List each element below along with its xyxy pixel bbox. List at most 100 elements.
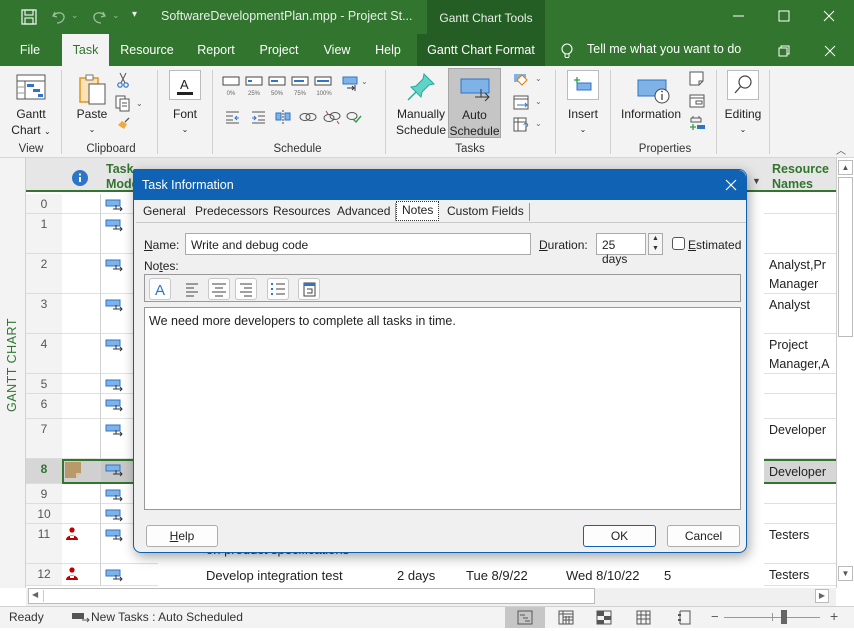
resource-overallocated-icon[interactable] bbox=[66, 567, 78, 581]
move-task-icon[interactable]: ⌄ bbox=[513, 94, 543, 112]
indicator-cell[interactable] bbox=[62, 194, 101, 214]
information-icon[interactable] bbox=[636, 76, 672, 106]
tab-report[interactable]: Report bbox=[192, 34, 240, 66]
indicator-cell[interactable] bbox=[62, 334, 101, 374]
cancel-button[interactable]: Cancel bbox=[667, 525, 740, 547]
editing-button[interactable]: Editing ⌄ bbox=[718, 106, 768, 138]
resource-names-cell[interactable] bbox=[764, 484, 836, 504]
information-button[interactable]: Information bbox=[617, 106, 685, 122]
resource-names-cell[interactable]: Project Manager,A bbox=[764, 334, 836, 374]
resource-names-cell[interactable] bbox=[764, 374, 836, 394]
dialog-tab-resources[interactable]: Resources bbox=[268, 203, 337, 221]
indicator-cell[interactable] bbox=[62, 524, 101, 564]
dialog-close-icon[interactable] bbox=[722, 176, 740, 194]
indicator-cell[interactable] bbox=[62, 254, 101, 294]
cut-icon[interactable] bbox=[116, 71, 130, 89]
row-12-duration[interactable]: 2 days bbox=[397, 568, 435, 583]
row-number[interactable]: 3 bbox=[26, 294, 62, 334]
tab-view[interactable]: View bbox=[318, 34, 356, 66]
resource-sheet-view-button[interactable] bbox=[626, 607, 662, 628]
tab-file[interactable]: File bbox=[10, 34, 50, 66]
insert-object-button[interactable] bbox=[298, 278, 320, 300]
close-icon[interactable] bbox=[817, 6, 841, 26]
resource-names-cell[interactable] bbox=[764, 194, 836, 214]
spinner-down-icon[interactable]: ▼ bbox=[649, 244, 662, 254]
resource-names-cell[interactable]: Developer bbox=[764, 459, 836, 484]
indicator-cell[interactable] bbox=[62, 214, 101, 254]
indicator-cell[interactable] bbox=[62, 504, 101, 524]
maximize-icon[interactable] bbox=[772, 6, 796, 26]
row-number[interactable]: 12 bbox=[26, 564, 62, 586]
respect-links-icon[interactable]: ⌄ bbox=[342, 76, 368, 94]
vertical-scrollbar[interactable]: ▲ ▼ bbox=[836, 158, 854, 588]
align-right-button[interactable] bbox=[235, 278, 257, 300]
indicator-cell[interactable] bbox=[62, 564, 101, 586]
align-left-button[interactable] bbox=[181, 278, 203, 300]
notes-icon[interactable] bbox=[688, 71, 706, 87]
format-painter-icon[interactable] bbox=[116, 116, 132, 132]
redo-icon[interactable] bbox=[90, 8, 108, 26]
dialog-tab-custom-fields[interactable]: Custom Fields bbox=[442, 203, 530, 221]
row-number[interactable]: 10 bbox=[26, 504, 62, 524]
task-usage-view-button[interactable] bbox=[548, 607, 584, 628]
percent-0-button[interactable]: 0% bbox=[222, 76, 242, 97]
report-view-button[interactable] bbox=[666, 607, 702, 628]
indent-icon[interactable] bbox=[250, 109, 268, 128]
info-icon[interactable] bbox=[72, 170, 88, 186]
row-number[interactable]: 1 bbox=[26, 214, 62, 254]
inactivate-icon[interactable] bbox=[344, 109, 364, 128]
scroll-left-icon[interactable]: ◀ bbox=[32, 590, 44, 602]
gantt-chart-icon[interactable] bbox=[14, 72, 48, 102]
inspect-icon[interactable]: ⌄ bbox=[513, 72, 543, 88]
resource-names-cell[interactable]: Developer bbox=[764, 419, 836, 459]
restore-ribbon-icon[interactable] bbox=[774, 42, 794, 60]
row-12-name[interactable]: Develop integration test bbox=[206, 568, 343, 583]
horizontal-scrollbar-right[interactable]: ▶ bbox=[595, 588, 831, 604]
zoom-slider[interactable] bbox=[724, 607, 820, 628]
resource-names-cell[interactable]: Analyst bbox=[764, 294, 836, 334]
gantt-chart-button[interactable]: Gantt Chart ⌄ bbox=[6, 106, 56, 140]
task-mode-cell[interactable] bbox=[101, 564, 158, 586]
row-number[interactable]: 2 bbox=[26, 254, 62, 294]
mode-icon[interactable]: ? ⌄ bbox=[513, 116, 543, 134]
scroll-thumb[interactable] bbox=[838, 177, 853, 337]
row-number[interactable]: 11 bbox=[26, 524, 62, 564]
notes-textarea[interactable]: We need more developers to complete all … bbox=[144, 307, 741, 510]
row-number[interactable]: 8 bbox=[26, 459, 62, 484]
font-icon[interactable]: A bbox=[169, 70, 201, 100]
align-center-button[interactable] bbox=[208, 278, 230, 300]
customize-qat-icon[interactable]: ▾ bbox=[132, 9, 137, 20]
tab-task[interactable]: Task bbox=[62, 34, 109, 66]
percent-50-button[interactable]: 50% bbox=[268, 76, 288, 97]
resource-names-cell[interactable]: Analyst,Pr Manager bbox=[764, 254, 836, 294]
bullets-button[interactable] bbox=[267, 278, 289, 300]
zoom-out-icon[interactable]: − bbox=[711, 609, 719, 624]
spinner-up-icon[interactable]: ▲ bbox=[649, 234, 662, 244]
unlink-tasks-icon[interactable] bbox=[322, 109, 342, 128]
font-button[interactable]: Font ⌄ bbox=[165, 106, 205, 138]
undo-dropdown-icon[interactable]: ⌄ bbox=[71, 10, 79, 21]
dialog-tab-general[interactable]: General bbox=[138, 203, 192, 221]
tab-help[interactable]: Help bbox=[368, 34, 408, 66]
row-number[interactable]: 5 bbox=[26, 374, 62, 394]
row-12-predecessors[interactable]: 5 bbox=[664, 568, 671, 583]
dialog-tab-predecessors[interactable]: Predecessors bbox=[190, 203, 275, 221]
dialog-tab-notes[interactable]: Notes bbox=[396, 201, 440, 221]
resource-names-header[interactable]: Resource Names bbox=[772, 162, 829, 192]
resource-names-cell[interactable]: Testers bbox=[764, 564, 836, 586]
help-button[interactable]: Help bbox=[146, 525, 218, 547]
link-tasks-icon[interactable] bbox=[298, 109, 318, 128]
font-format-button[interactable]: A bbox=[149, 278, 171, 300]
scroll-right-icon[interactable]: ▶ bbox=[815, 589, 829, 603]
row-12-finish[interactable]: Wed 8/10/22 bbox=[566, 568, 639, 583]
duration-spinner[interactable]: ▲ ▼ bbox=[648, 233, 663, 255]
resource-names-cell[interactable] bbox=[764, 394, 836, 419]
estimated-checkbox[interactable] bbox=[672, 237, 685, 250]
column-filter-icon[interactable]: ▼ bbox=[752, 176, 761, 186]
copy-icon[interactable]: ⌄ bbox=[114, 94, 144, 112]
save-icon[interactable] bbox=[20, 8, 38, 26]
tab-gantt-chart-format[interactable]: Gantt Chart Format bbox=[417, 34, 545, 66]
team-planner-view-button[interactable] bbox=[586, 607, 622, 628]
row-number[interactable]: 7 bbox=[26, 419, 62, 459]
name-input[interactable]: Write and debug code bbox=[185, 233, 531, 255]
